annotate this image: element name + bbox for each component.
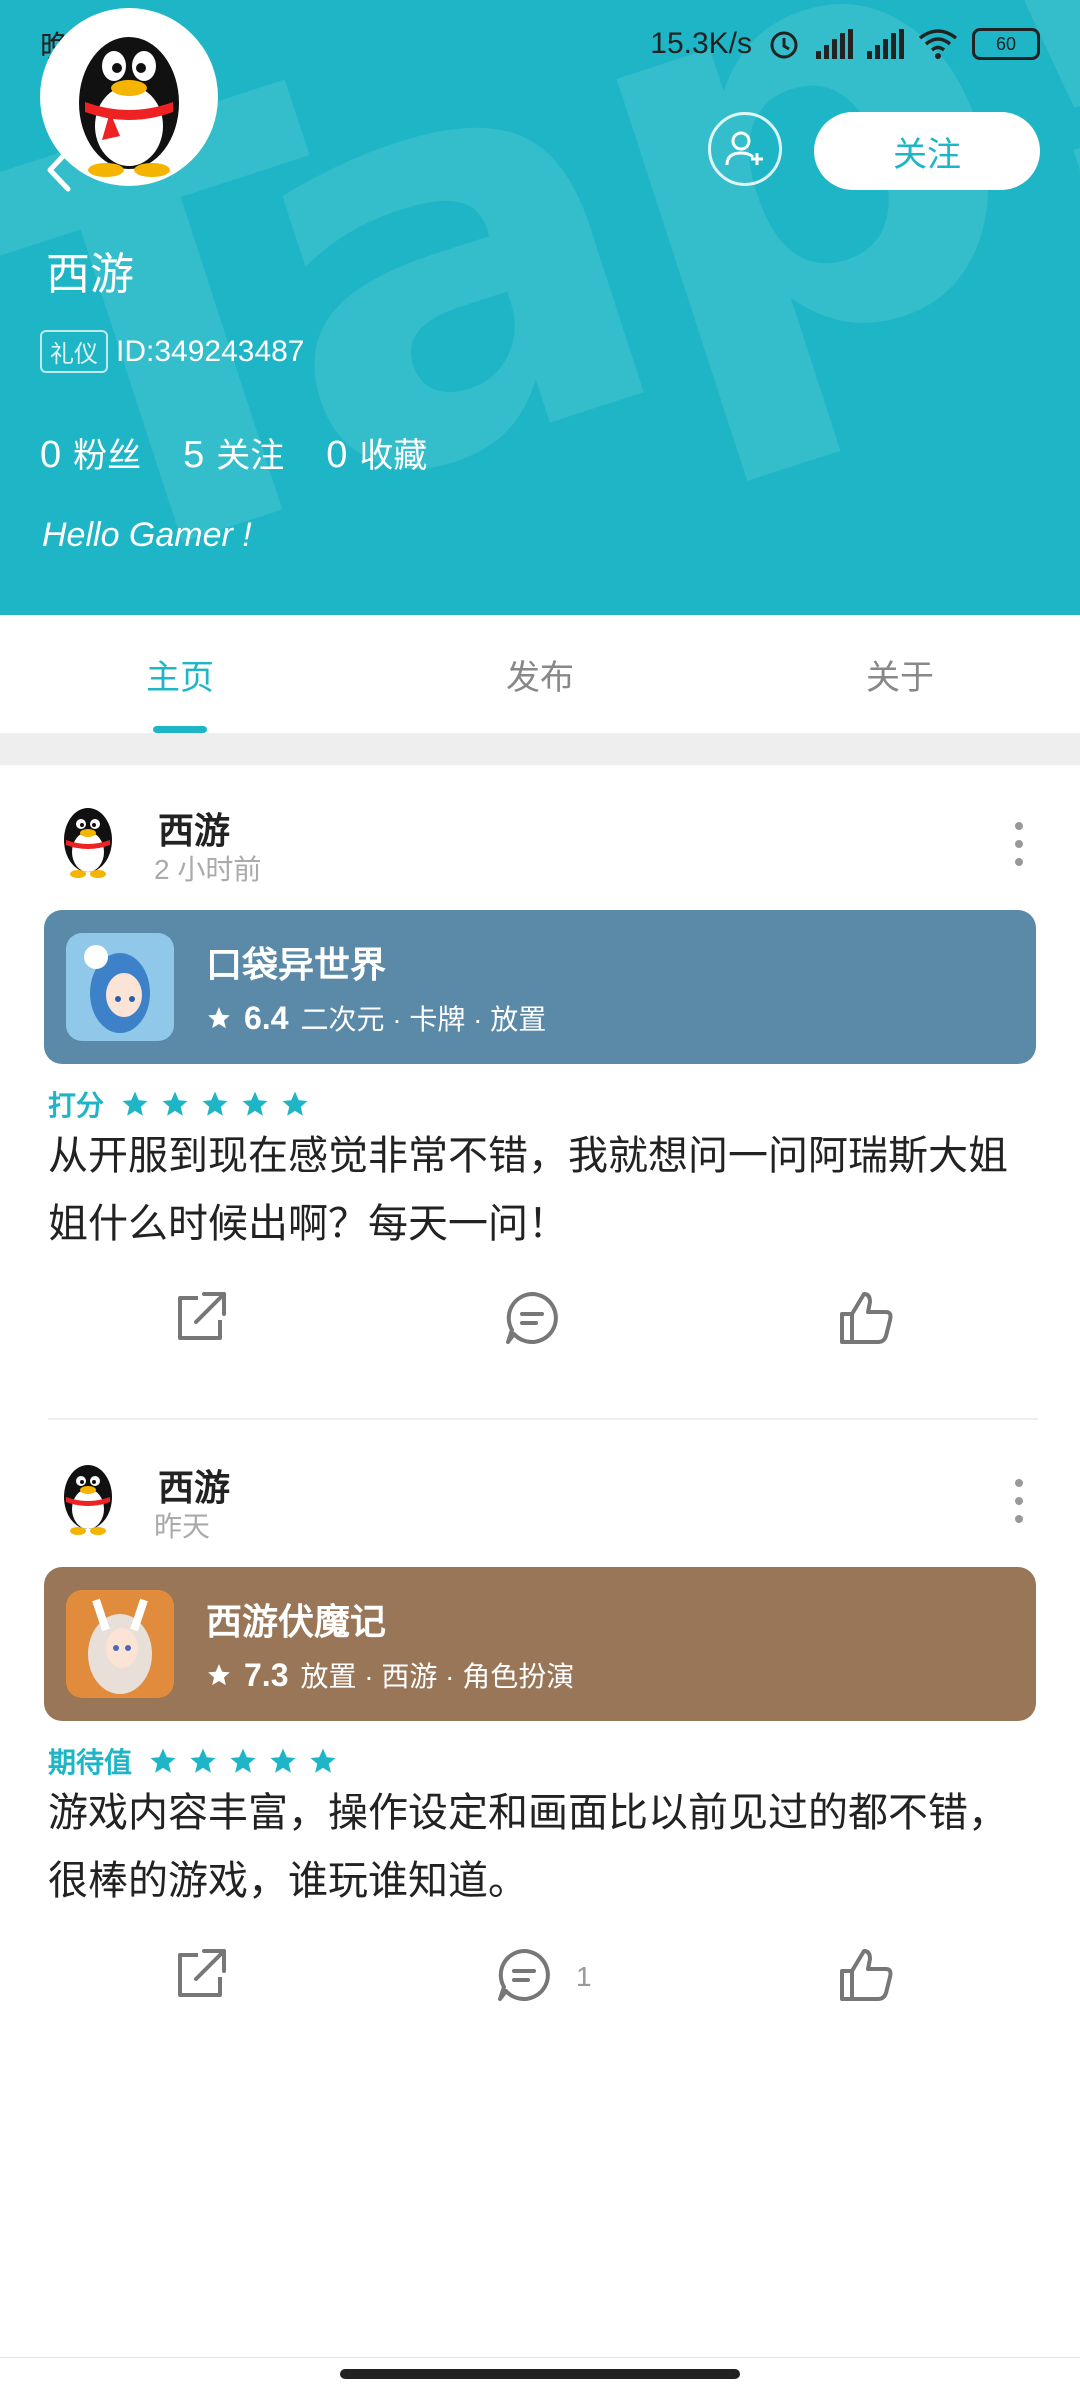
game-info: 口袋异世界 6.4 二次元 · 卡牌 · 放置 xyxy=(206,936,546,1038)
home-indicator[interactable] xyxy=(340,2369,740,2379)
star-icon xyxy=(122,1091,148,1116)
rating-row: 期待值 xyxy=(48,1741,338,1781)
tab-about[interactable]: 关于 xyxy=(720,615,1080,733)
thumbs-up-icon xyxy=(840,1292,893,1344)
star-icon xyxy=(230,1748,256,1773)
game-score: 6.4 xyxy=(244,999,289,1036)
profile-tabs: 主页 发布 关于 xyxy=(0,615,1080,733)
penguin-avatar-icon[interactable] xyxy=(54,1457,122,1537)
tab-home[interactable]: 主页 xyxy=(0,615,360,733)
post-text[interactable]: 游戏内容丰富，操作设定和画面比以前见过的都不错，很棒的游戏，谁玩谁知道。 xyxy=(48,1779,1028,1915)
post-header: 西游 昨天 xyxy=(0,1457,1080,1567)
tab-underline xyxy=(153,726,207,733)
star-icon xyxy=(270,1748,296,1773)
profile-name: 西游 xyxy=(46,250,134,299)
rating-label: 期待值 xyxy=(48,1747,133,1778)
rating-label: 打分 xyxy=(48,1090,105,1121)
alarm-icon xyxy=(770,31,798,59)
share-icon xyxy=(178,1949,226,1997)
game-name: 口袋异世界 xyxy=(206,944,387,985)
role-badge: 礼仪 xyxy=(40,330,108,373)
post-author[interactable]: 西游 xyxy=(158,1459,230,1511)
signal-icon-2 xyxy=(867,29,904,59)
stat-fans[interactable]: 0 粉丝 xyxy=(40,428,141,477)
game-card[interactable]: 口袋异世界 6.4 二次元 · 卡牌 · 放置 xyxy=(44,910,1036,1064)
star-icon xyxy=(190,1748,216,1773)
game-card[interactable]: 西游伏魔记 7.3 放置 · 西游 · 角色扮演 xyxy=(44,1567,1036,1721)
share-icon xyxy=(178,1292,226,1340)
comment-count: 1 xyxy=(576,1961,592,1992)
rating-row: 打分 xyxy=(48,1084,310,1124)
star-icon xyxy=(208,1664,230,1686)
nav-bar-divider xyxy=(0,2357,1080,2358)
status-icons: 15.3K/s 60 xyxy=(650,26,1040,62)
game-name: 西游伏魔记 xyxy=(206,1601,387,1642)
comment-icon xyxy=(498,1949,550,2001)
game-info: 西游伏魔记 7.3 放置 · 西游 · 角色扮演 xyxy=(206,1593,574,1695)
post-time: 2 小时前 xyxy=(154,854,262,885)
stat-following[interactable]: 5 关注 xyxy=(183,428,284,477)
post-text[interactable]: 从开服到现在感觉非常不错，我就想问一问阿瑞斯大姐姐什么时候出啊？每天一问！ xyxy=(48,1122,1028,1258)
battery-icon: 60 xyxy=(972,28,1040,60)
follow-button[interactable]: 关注 xyxy=(814,112,1040,190)
add-user-icon xyxy=(725,131,763,166)
back-arrow-icon[interactable] xyxy=(40,145,80,195)
post-actions: 1 xyxy=(0,1943,1080,2023)
id-row: 礼仪 ID:349243487 xyxy=(40,330,305,373)
game-tags: 二次元 · 卡牌 · 放置 xyxy=(300,1004,547,1035)
wifi-icon xyxy=(918,29,958,59)
share-button[interactable] xyxy=(170,1286,234,1350)
post-author[interactable]: 西游 xyxy=(158,802,230,854)
star-icon xyxy=(208,1007,230,1029)
more-options-icon[interactable] xyxy=(1014,822,1024,866)
profile-bio: Hello Gamer ! xyxy=(42,516,252,554)
star-icon xyxy=(310,1748,336,1773)
star-icon xyxy=(202,1091,228,1116)
profile-header: Tap! 晚上 15.3K/s 60 xyxy=(0,0,1080,615)
tab-posts[interactable]: 发布 xyxy=(360,615,720,733)
like-button[interactable] xyxy=(836,1286,900,1350)
game-meta: 6.4 二次元 · 卡牌 · 放置 xyxy=(206,998,546,1038)
comment-button[interactable] xyxy=(502,1286,566,1350)
game-meta: 7.3 放置 · 西游 · 角色扮演 xyxy=(206,1655,574,1695)
star-icon xyxy=(162,1091,188,1116)
section-separator xyxy=(0,733,1080,765)
star-icon xyxy=(150,1748,176,1773)
more-options-icon[interactable] xyxy=(1014,1479,1024,1523)
post-time: 昨天 xyxy=(154,1511,211,1542)
post-header: 西游 2 小时前 xyxy=(0,800,1080,910)
post-divider xyxy=(48,1418,1038,1420)
profile-stats: 0 粉丝 5 关注 0 收藏 xyxy=(40,428,427,477)
game-icon xyxy=(66,1590,174,1698)
game-score: 7.3 xyxy=(244,1656,289,1693)
stat-favorites[interactable]: 0 收藏 xyxy=(326,428,427,477)
net-speed: 15.3K/s xyxy=(650,27,752,60)
user-id: ID:349243487 xyxy=(116,334,305,368)
star-icon xyxy=(282,1091,308,1116)
comment-icon xyxy=(506,1292,558,1344)
signal-icon xyxy=(816,29,853,59)
game-icon xyxy=(66,933,174,1041)
game-tags: 放置 · 西游 · 角色扮演 xyxy=(300,1661,575,1692)
like-button[interactable] xyxy=(836,1943,900,2007)
star-icon xyxy=(242,1091,268,1116)
thumbs-up-icon xyxy=(840,1949,893,2001)
add-friend-button[interactable] xyxy=(708,112,782,186)
share-button[interactable] xyxy=(170,1943,234,2007)
comment-button[interactable]: 1 xyxy=(494,1943,592,2007)
post-actions xyxy=(0,1286,1080,1366)
penguin-avatar-icon[interactable] xyxy=(54,800,122,880)
